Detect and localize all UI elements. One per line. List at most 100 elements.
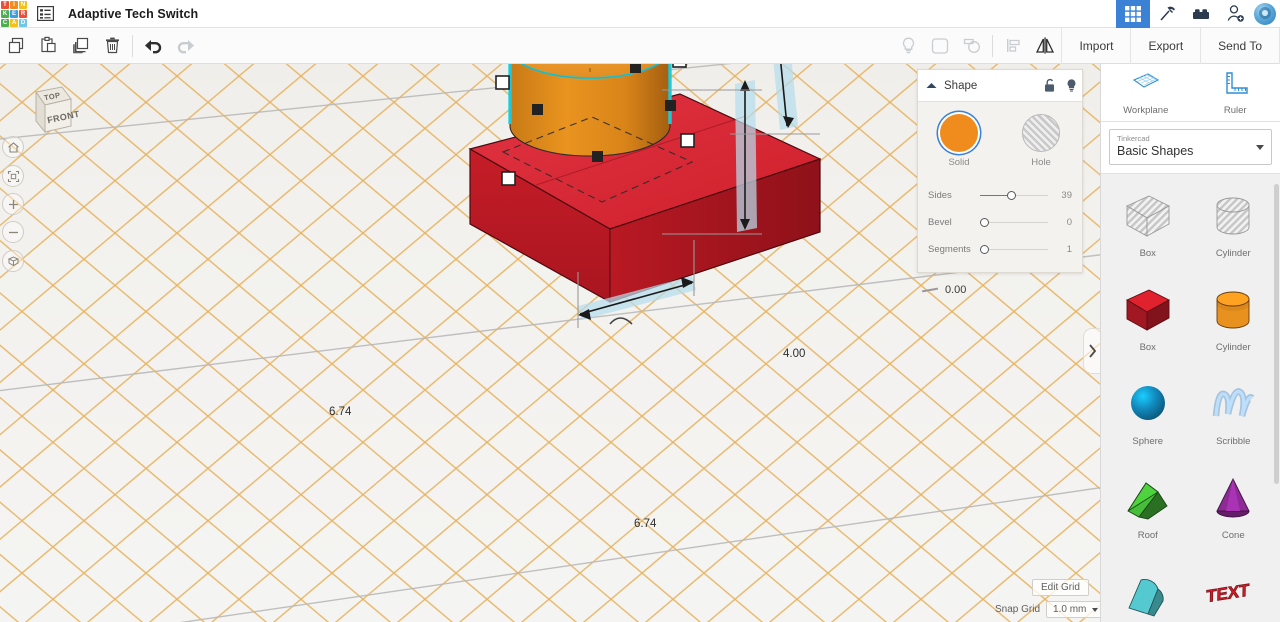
box-thumbnail-icon: [1119, 282, 1177, 338]
paste-icon[interactable]: [32, 28, 64, 64]
brick-blocks-icon[interactable]: [1184, 0, 1218, 28]
library-category-sup: Tinkercad: [1117, 133, 1264, 144]
perspective-toggle-icon[interactable]: [2, 250, 24, 272]
bevel-label: Bevel: [928, 217, 974, 228]
library-shape-roof[interactable]: Roof: [1105, 462, 1191, 556]
sides-slider[interactable]: [980, 189, 1048, 203]
bevel-slider[interactable]: [980, 216, 1048, 230]
light-bulb-icon[interactable]: [1060, 70, 1082, 102]
library-shape-box[interactable]: Box: [1105, 274, 1191, 368]
snap-grid-control: Snap Grid 1.0 mm: [995, 601, 1105, 618]
tinkercad-logo[interactable]: TINKERCAD: [0, 0, 28, 28]
scribble-thumbnail-icon: [1204, 376, 1262, 432]
library-category-value: Basic Shapes: [1117, 144, 1264, 159]
cone-thumbnail-icon: [1204, 470, 1262, 526]
sides-label: Sides: [928, 190, 974, 201]
export-button[interactable]: Export: [1130, 28, 1200, 64]
workplane-label: Workplane: [1101, 105, 1191, 116]
hammer-tools-icon[interactable]: [1150, 0, 1184, 28]
undo-icon[interactable]: [137, 28, 169, 64]
ruler-tool[interactable]: Ruler: [1191, 70, 1280, 116]
library-shape-label: Box: [1140, 342, 1156, 353]
chevron-down-icon[interactable]: [1092, 608, 1098, 612]
segments-value[interactable]: 1: [1054, 244, 1072, 255]
library-shape-cone[interactable]: Cone: [1191, 462, 1277, 556]
logo-tile: I: [10, 1, 18, 9]
library-shape-cylinder[interactable]: Cylinder: [1191, 274, 1277, 368]
bevel-knob[interactable]: [980, 218, 989, 227]
snap-grid-select[interactable]: 1.0 mm: [1046, 601, 1105, 618]
cylinder-thumbnail-icon: [1204, 282, 1262, 338]
zoom-out-icon[interactable]: [2, 221, 24, 243]
chevron-right-icon[interactable]: [1083, 328, 1100, 374]
logo-tile: E: [10, 10, 18, 18]
import-button[interactable]: Import: [1061, 28, 1130, 64]
toolbar-right-group: Import Export Send To: [892, 28, 1280, 64]
mirror-icon[interactable]: [1029, 28, 1061, 64]
library-shape-scribble[interactable]: Scribble: [1191, 368, 1277, 462]
logo-tile: D: [19, 19, 27, 27]
measure-line-icon: [922, 288, 938, 293]
inline-measurement-value[interactable]: 0.00: [945, 284, 966, 296]
unlock-icon[interactable]: [1038, 70, 1060, 102]
shape-panel-body: Solid Hole Sides 39: [918, 102, 1082, 272]
chevron-down-icon[interactable]: [1256, 145, 1264, 150]
workplane-tool[interactable]: Workplane: [1101, 70, 1191, 116]
library-shape-box[interactable]: Box: [1105, 180, 1191, 274]
library-scrollbar[interactable]: [1274, 184, 1279, 484]
edit-toolbar: Import Export Send To: [0, 28, 1280, 64]
view-cube[interactable]: TOP FRONT: [14, 82, 76, 144]
duplicate-icon[interactable]: [64, 28, 96, 64]
top-bar-actions: [1116, 0, 1280, 28]
group-icon[interactable]: [924, 28, 956, 64]
home-view-icon[interactable]: [2, 136, 24, 158]
light-bulb-icon[interactable]: [892, 28, 924, 64]
sides-knob[interactable]: [1007, 191, 1016, 200]
bevel-value[interactable]: 0: [1054, 217, 1072, 228]
hole-swatch[interactable]: [1022, 114, 1060, 152]
align-icon[interactable]: [997, 28, 1029, 64]
segments-label: Segments: [928, 244, 974, 255]
edit-grid-button[interactable]: Edit Grid: [1032, 579, 1089, 596]
copy-icon[interactable]: [0, 28, 32, 64]
user-avatar[interactable]: [1254, 3, 1276, 25]
hole-mode-button[interactable]: Hole: [1013, 114, 1069, 168]
library-shape-label: Sphere: [1132, 436, 1163, 447]
snap-grid-value: 1.0 mm: [1053, 604, 1086, 615]
ungroup-icon[interactable]: [956, 28, 988, 64]
solid-mode-button[interactable]: Solid: [931, 114, 987, 168]
chevron-up-icon[interactable]: [918, 70, 944, 102]
shape-panel-header: Shape: [918, 70, 1082, 102]
library-shape-text[interactable]: TEXTText: [1191, 556, 1277, 622]
segments-slider[interactable]: [980, 243, 1048, 257]
library-shape-label: Cylinder: [1216, 342, 1251, 353]
shape-library-grid: Box Cylinder Box Cylinder Sphere Scribble Roof…: [1101, 174, 1280, 622]
library-shape-cylinder[interactable]: Cylinder: [1191, 180, 1277, 274]
grid-apps-icon[interactable]: [1116, 0, 1150, 28]
shape-properties-panel: Shape Solid: [917, 69, 1083, 273]
library-shape-label: Cylinder: [1216, 248, 1251, 259]
logo-tile: N: [19, 1, 27, 9]
solid-swatch[interactable]: [940, 114, 978, 152]
sides-value[interactable]: 39: [1054, 190, 1072, 201]
bevel-slider-row: Bevel 0: [928, 209, 1072, 236]
shape-library-panel: Workplane Ruler Tinkercad Basic Shapes: [1100, 64, 1280, 622]
ruler-icon: [1219, 70, 1251, 98]
toolbar-divider-2: [992, 35, 993, 57]
list-menu-icon[interactable]: [28, 0, 62, 28]
library-shape-sphere[interactable]: Sphere: [1105, 368, 1191, 462]
inline-measurement: 0.00: [922, 284, 966, 296]
library-shape-label: Roof: [1138, 530, 1158, 541]
zoom-in-icon[interactable]: [2, 193, 24, 215]
add-person-icon[interactable]: [1218, 0, 1252, 28]
height-dimension-right-label: 4.00: [783, 348, 805, 360]
bevel-track: [980, 222, 1048, 224]
fit-to-view-icon[interactable]: [2, 165, 24, 187]
library-category-select[interactable]: Tinkercad Basic Shapes: [1109, 129, 1272, 165]
segments-knob[interactable]: [980, 245, 989, 254]
library-tools: Workplane Ruler: [1101, 64, 1280, 122]
delete-icon[interactable]: [96, 28, 128, 64]
redo-icon[interactable]: [169, 28, 201, 64]
library-shape-roundroof[interactable]: Round Roof: [1105, 556, 1191, 622]
send-to-button[interactable]: Send To: [1200, 28, 1280, 64]
